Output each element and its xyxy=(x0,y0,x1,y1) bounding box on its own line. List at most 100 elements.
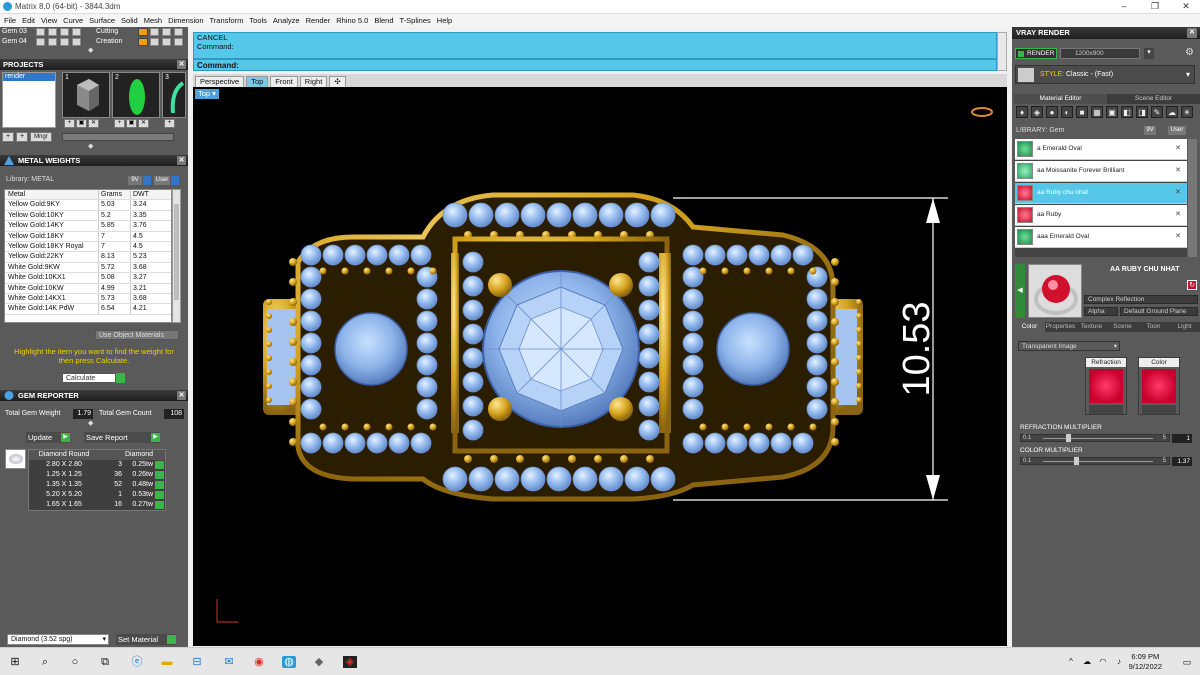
list-item[interactable]: aaa Emerald Oval ✕ xyxy=(1015,227,1187,248)
menu-blend[interactable]: Blend xyxy=(374,16,393,25)
row-select-icon[interactable] xyxy=(155,501,164,509)
table-row[interactable]: 1.25 X 1.25 36 0.26tw xyxy=(29,470,165,480)
task-view-icon[interactable]: ⧉ xyxy=(98,656,112,668)
vray-icon[interactable]: ◈ xyxy=(343,656,357,668)
material-list-scrollbar[interactable] xyxy=(1188,139,1197,257)
menu-solid[interactable]: Solid xyxy=(121,16,138,25)
calculate-field[interactable]: Calculate xyxy=(62,373,116,383)
notification-icon[interactable]: ▭ xyxy=(1180,656,1194,668)
lock-icon[interactable]: ▣ xyxy=(76,119,87,128)
add-project-button-2[interactable]: + xyxy=(16,132,28,142)
tab-perspective[interactable]: Perspective xyxy=(195,76,245,87)
add-project-button[interactable]: + xyxy=(2,132,14,142)
swatch-buttons[interactable] xyxy=(1142,405,1176,414)
cube-icon[interactable]: ◧ xyxy=(1121,106,1133,118)
toggle-icon[interactable] xyxy=(143,176,151,185)
manager-button[interactable]: Mngr xyxy=(30,132,52,142)
list-item[interactable]: aa Ruby ✕ xyxy=(1015,205,1187,226)
add-icon[interactable]: + xyxy=(164,119,175,128)
table-row[interactable]: Yellow Gold:18KY Royal 7 4.5 xyxy=(5,241,171,253)
metal-table[interactable]: Metal Grams DWT Yellow Gold:9KY 5.03 3.24 … xyxy=(4,189,172,323)
tab-right[interactable]: Right xyxy=(299,76,328,87)
menu-dimension[interactable]: Dimension xyxy=(168,16,203,25)
metal-table-scrollbar[interactable] xyxy=(172,189,181,323)
row-select-icon[interactable] xyxy=(155,471,164,479)
chevron-down-icon[interactable]: ▾ xyxy=(1144,48,1154,59)
close-icon[interactable]: ✕ xyxy=(1187,28,1197,38)
menu-file[interactable]: File xyxy=(4,16,16,25)
tab-material-editor[interactable]: Material Editor xyxy=(1014,94,1107,104)
menu-analyze[interactable]: Analyze xyxy=(273,16,300,25)
close-icon[interactable]: ✕ xyxy=(1175,144,1181,152)
search-icon[interactable]: ⌕ xyxy=(38,656,52,668)
table-row[interactable]: 1.35 X 1.35 52 0.48tw xyxy=(29,480,165,490)
menu-transform[interactable]: Transform xyxy=(210,16,244,25)
layer-option[interactable] xyxy=(72,38,81,46)
drop-icon[interactable]: ♦ xyxy=(1016,106,1028,118)
table-row[interactable]: Yellow Gold:18KY 7 4.5 xyxy=(5,231,171,242)
add-icon[interactable]: + xyxy=(64,119,75,128)
layer-color[interactable] xyxy=(138,38,148,46)
add-tab-icon[interactable]: ✣ xyxy=(329,76,346,87)
table-row[interactable]: 5.20 X 5.20 1 0.53tw xyxy=(29,490,165,500)
tab-properties[interactable]: Properties xyxy=(1045,322,1076,332)
table-row[interactable]: 1.65 X 1.65 16 0.27tw xyxy=(29,500,165,510)
transparent-image-select[interactable]: Transparent Image ▾ xyxy=(1018,341,1120,351)
texture-icon[interactable]: ▦ xyxy=(1091,106,1103,118)
project-thumbnail[interactable]: 2 xyxy=(112,72,160,118)
layer-color[interactable] xyxy=(138,28,148,36)
layer-option-2[interactable] xyxy=(174,38,183,46)
chevron-up-icon[interactable]: ^ xyxy=(1064,656,1078,668)
gem-icon[interactable]: ◈ xyxy=(1031,106,1043,118)
row-select-icon[interactable] xyxy=(155,491,164,499)
list-item[interactable]: aa Ruby chu nhat ✕ xyxy=(1015,183,1187,204)
delete-icon[interactable]: ✕ xyxy=(88,119,99,128)
save-report-button[interactable]: Save Report ▶ xyxy=(84,432,160,443)
table-row[interactable]: Yellow Gold:9KY 5.03 3.24 xyxy=(5,200,171,211)
store-icon[interactable]: ⊟ xyxy=(190,656,204,668)
menu-view[interactable]: View xyxy=(41,16,57,25)
rhino-icon[interactable]: ◆ xyxy=(312,656,326,668)
lock-icon[interactable]: ▣ xyxy=(126,119,137,128)
projects-list[interactable]: render xyxy=(2,72,56,128)
windows-start-icon[interactable]: ⊞ xyxy=(8,656,22,668)
list-item[interactable]: a Emerald Oval ✕ xyxy=(1015,139,1187,160)
light-icon[interactable]: ☀ xyxy=(1181,106,1193,118)
layer-row[interactable]: Gem 03 Cutting xyxy=(0,27,188,37)
cloud-icon[interactable]: ☁ xyxy=(1166,106,1178,118)
command-scrollbar[interactable] xyxy=(997,32,1007,71)
command-prompt[interactable]: Command: xyxy=(193,59,997,71)
tab-top[interactable]: Top xyxy=(246,76,269,87)
layer-option[interactable] xyxy=(72,28,81,36)
table-row[interactable]: Yellow Gold:10KY 5.2 3.35 xyxy=(5,210,171,222)
slider-handle[interactable] xyxy=(1074,457,1079,465)
close-icon[interactable]: ✕ xyxy=(1175,210,1181,218)
add-icon[interactable]: + xyxy=(114,119,125,128)
cortana-icon[interactable]: ○ xyxy=(68,656,82,668)
volume-icon[interactable]: ♪ xyxy=(1112,656,1126,668)
layer-visible-toggle[interactable] xyxy=(36,28,45,36)
maximize-button[interactable]: ❐ xyxy=(1145,1,1165,13)
menu-rhino[interactable]: Rhino 5.0 xyxy=(336,16,368,25)
clock[interactable]: 6:09 PM 9/12/2022 xyxy=(1129,652,1162,672)
splitter-handle[interactable]: ◆ xyxy=(88,143,98,150)
layer-visible-toggle-2[interactable] xyxy=(150,38,159,46)
delete-icon[interactable]: ✕ xyxy=(138,119,149,128)
gear-icon[interactable]: ⚙ xyxy=(1185,47,1197,59)
refresh-icon[interactable]: ↻ xyxy=(1187,280,1197,290)
tab-scene-editor[interactable]: Scene Editor xyxy=(1107,94,1200,104)
base-color[interactable] xyxy=(1142,369,1176,403)
viewport[interactable]: 10.53 xyxy=(193,87,1007,646)
set-material-button[interactable]: Set Material xyxy=(116,634,176,645)
calculate-button[interactable] xyxy=(116,373,125,383)
thumb-scrollbar[interactable] xyxy=(62,133,174,141)
color-slider[interactable]: 0.1 5 xyxy=(1020,457,1170,465)
refraction-swatch[interactable]: Refraction xyxy=(1085,357,1127,415)
gem-material-select[interactable]: Diamond (3.52 spg) ▾ xyxy=(7,634,109,645)
menu-curve[interactable]: Curve xyxy=(63,16,83,25)
menu-mesh[interactable]: Mesh xyxy=(144,16,162,25)
pick-icon[interactable]: ✎ xyxy=(1151,106,1163,118)
alpha-select[interactable]: Alpha xyxy=(1084,307,1118,316)
gem-table[interactable]: Diamond Round Diamond 2.80 X 2.80 3 0.25tw… xyxy=(28,449,166,511)
resolution-field[interactable]: 1200x900 xyxy=(1060,48,1140,59)
